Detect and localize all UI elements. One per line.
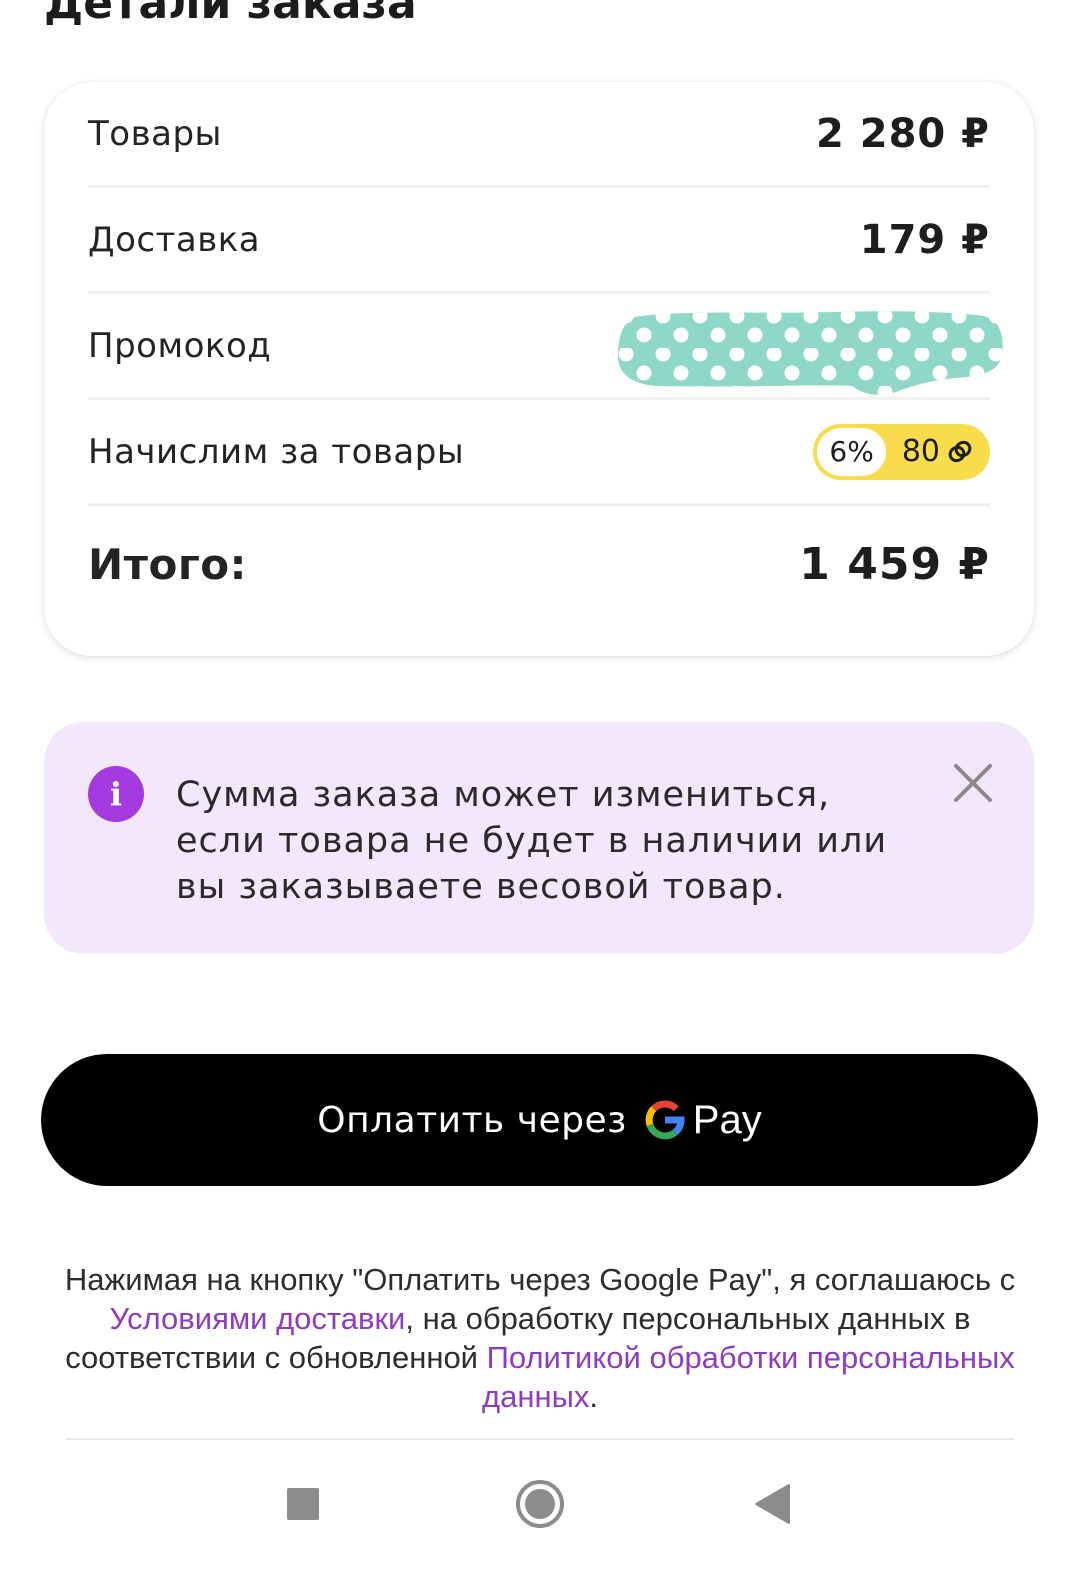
summary-row-total: Итого: 1 459 ₽ (88, 506, 990, 622)
notice-line-2: если товара не будет в наличии или (176, 821, 888, 861)
total-value: 1 459 ₽ (799, 538, 990, 590)
summary-row-goods: Товары 2 280 ₽ (88, 82, 990, 188)
order-change-notice: i Сумма заказа может измениться, если то… (44, 722, 1034, 954)
google-g-icon (645, 1100, 685, 1140)
info-icon: i (88, 766, 144, 822)
summary-row-promocode: Промокод (88, 294, 1003, 400)
notice-text: Сумма заказа может измениться, если това… (176, 772, 916, 910)
total-label: Итого: (88, 539, 247, 589)
summary-row-bonus: Начислим за товары 6% 80 (88, 400, 990, 506)
promocode-label: Промокод (88, 325, 272, 366)
delivery-terms-link[interactable]: Условиями доставки (109, 1301, 405, 1336)
promocode-redaction (617, 311, 1003, 395)
summary-row-delivery: Доставка 179 ₽ (88, 188, 990, 294)
legal-text-1: Нажимая на кнопку "Оплатить через Google… (64, 1262, 1016, 1297)
recents-square-icon[interactable] (273, 1474, 333, 1534)
goods-value: 2 280 ₽ (815, 110, 990, 157)
back-triangle-icon[interactable] (746, 1474, 806, 1534)
bonus-coin-icon (948, 440, 972, 462)
pay-button-label: Оплатить через (317, 1099, 627, 1141)
privacy-policy-link[interactable]: Политикой обработки персональных данных (482, 1340, 1015, 1414)
bonus-amount: 80 (901, 434, 940, 469)
system-nav-bar (0, 1442, 1080, 1569)
legal-agreement-text: Нажимая на кнопку "Оплатить через Google… (40, 1260, 1040, 1416)
bonus-percent: 6% (817, 427, 886, 476)
page-title: Детали заказа (44, 0, 417, 29)
nav-divider (66, 1438, 1014, 1440)
order-summary-card: Товары 2 280 ₽ Доставка 179 ₽ Промокод Н… (44, 82, 1034, 656)
delivery-value: 179 ₽ (859, 216, 990, 263)
bonus-label: Начислим за товары (88, 431, 465, 472)
close-icon[interactable] (952, 762, 994, 804)
bonus-badge: 6% 80 (813, 423, 990, 480)
notice-line-1: Сумма заказа может измениться, (176, 775, 831, 815)
legal-text-3: . (589, 1379, 598, 1414)
google-pay-button[interactable]: Оплатить через Pay (41, 1054, 1038, 1186)
goods-label: Товары (88, 113, 222, 154)
pay-button-brand: Pay (692, 1097, 762, 1142)
delivery-label: Доставка (88, 219, 261, 260)
notice-line-3: вы заказываете весовой товар. (176, 867, 786, 907)
home-circle-icon[interactable] (510, 1474, 570, 1534)
